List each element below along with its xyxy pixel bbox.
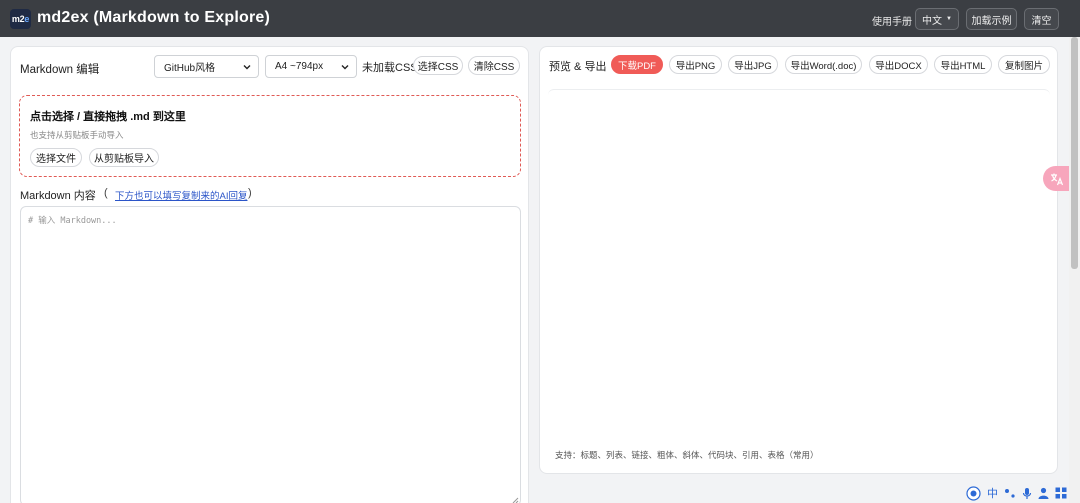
top-bar: m2 e md2ex (Markdown to Explore) 使用手册 中文 ▼… <box>0 0 1080 37</box>
punctuation-icon[interactable] <box>1004 487 1016 499</box>
page-size-select[interactable]: A4 ~794px <box>265 55 357 78</box>
export-jpg-button[interactable]: 导出JPG <box>728 55 778 74</box>
paren-close: ) <box>248 187 252 199</box>
clear-button[interactable]: 清空 <box>1024 8 1059 30</box>
choose-file-button[interactable]: 选择文件 <box>30 148 82 167</box>
import-from-clipboard-button[interactable]: 从剪贴板导入 <box>89 148 159 167</box>
clear-css-button[interactable]: 清除CSS <box>468 56 520 75</box>
editor-panel: Markdown 编辑 GitHub风格 A4 ~794px 未加载CSS 选择… <box>10 46 529 503</box>
app-title: md2ex (Markdown to Explore) <box>37 9 270 26</box>
content-label: Markdown 内容 <box>20 190 96 202</box>
chevron-down-icon <box>341 65 349 70</box>
load-example-button[interactable]: 加载示例 <box>966 8 1017 30</box>
resize-handle-icon[interactable] <box>511 496 519 503</box>
file-dropzone[interactable]: 点击选择 / 直接拖拽 .md 到这里 也支持从剪贴板手动导入 选择文件 从剪贴… <box>19 95 521 177</box>
translate-icon <box>1050 173 1063 185</box>
preview-area <box>548 89 1050 429</box>
ime-toolbar: 中 <box>963 483 1069 503</box>
chevron-down-icon <box>243 65 251 70</box>
ime-language-indicator[interactable]: 中 <box>987 485 998 501</box>
css-status: 未加载CSS <box>362 62 418 74</box>
support-text: 支持：标题、列表、链接、粗体、斜体、代码块、引用、表格（常用） <box>555 450 819 460</box>
page-size-value: A4 ~794px <box>275 61 324 72</box>
export-docx-button[interactable]: 导出DOCX <box>869 55 928 74</box>
grid-menu-icon[interactable] <box>1055 487 1067 499</box>
export-word-button[interactable]: 导出Word(.doc) <box>785 55 862 74</box>
download-pdf-button[interactable]: 下载PDF <box>611 55 663 74</box>
ai-reply-hint-link[interactable]: 下方也可以填写复制来的AI回复 <box>115 188 247 202</box>
export-png-button[interactable]: 导出PNG <box>669 55 722 74</box>
translate-float-button[interactable] <box>1043 166 1070 191</box>
preview-panel-title: 预览 & 导出 <box>549 61 607 73</box>
dropzone-title: 点击选择 / 直接拖拽 .md 到这里 <box>30 111 186 123</box>
markdown-textarea[interactable]: # 输入 Markdown... <box>20 206 521 503</box>
microphone-icon[interactable] <box>1022 487 1032 500</box>
copy-image-button[interactable]: 复制图片 <box>998 55 1050 74</box>
theme-select[interactable]: GitHub风格 <box>154 55 259 78</box>
page-scrollbar[interactable] <box>1069 37 1080 503</box>
dropzone-subtitle: 也支持从剪贴板手动导入 <box>30 130 124 140</box>
select-css-button[interactable]: 选择CSS <box>413 56 463 75</box>
textarea-placeholder: # 输入 Markdown... <box>28 216 117 226</box>
user-icon[interactable] <box>1038 487 1049 499</box>
scrollbar-thumb[interactable] <box>1071 37 1078 269</box>
caret-down-icon: ▼ <box>946 16 952 22</box>
ime-logo-icon[interactable] <box>966 485 981 501</box>
language-select[interactable]: 中文 ▼ <box>915 8 959 30</box>
theme-select-value: GitHub风格 <box>164 63 216 74</box>
help-link[interactable]: 使用手册 <box>872 13 912 28</box>
app-logo: m2 e <box>10 9 31 29</box>
preview-panel: 预览 & 导出 下载PDF 导出PNG 导出JPG 导出Word(.doc) 导… <box>539 46 1058 474</box>
language-label: 中文 <box>922 15 943 27</box>
paren-open: ( <box>104 187 108 199</box>
editor-panel-title: Markdown 编辑 <box>20 64 100 76</box>
export-html-button[interactable]: 导出HTML <box>934 55 992 74</box>
